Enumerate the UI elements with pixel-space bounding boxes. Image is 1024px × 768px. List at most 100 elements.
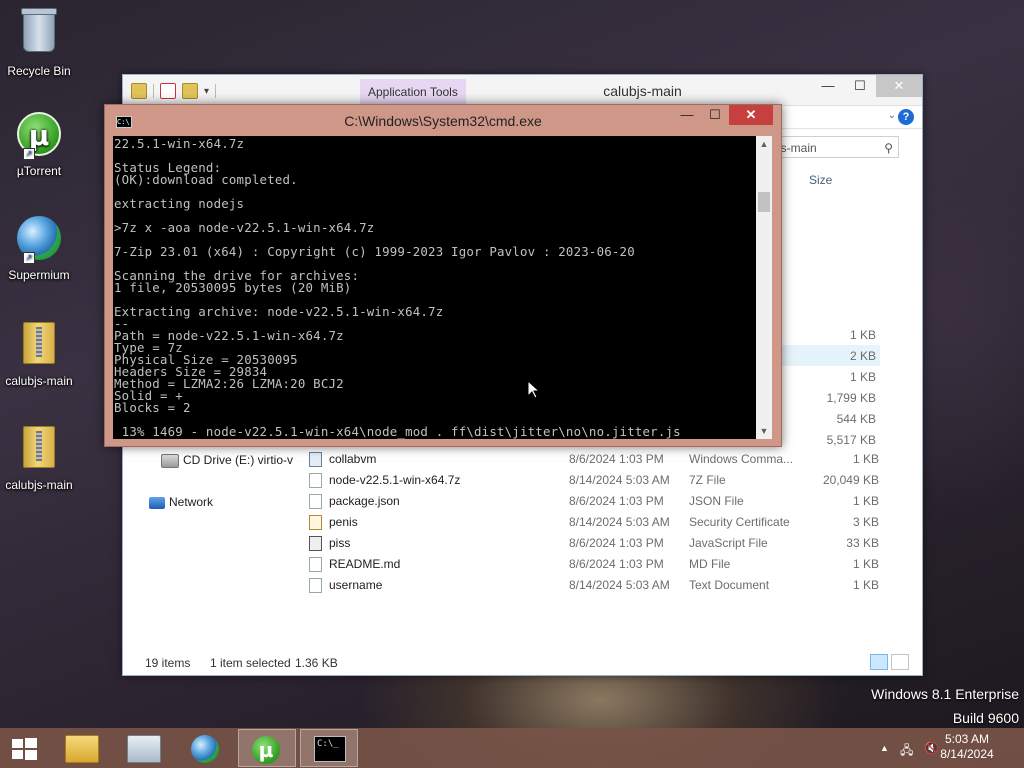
console-line: 7-Zip 23.01 (x64) : Copyright (c) 1999-2… [114, 244, 635, 259]
clock-date: 8/14/2024 [940, 747, 994, 761]
file-name: username [329, 578, 383, 592]
large-icons-view-icon[interactable] [891, 654, 909, 670]
utorrent-icon: µ ↗ [15, 112, 63, 160]
nav-item-label: CD Drive (E:) virtio-v [183, 453, 293, 467]
status-selection-size: 1.36 KB [295, 656, 338, 670]
nav-item-label: Network [169, 495, 214, 509]
expand-ribbon-chevron-icon[interactable]: ⌄ [888, 110, 896, 121]
desktop-icon-folder[interactable]: calubjs-main [1, 422, 77, 492]
file-icon [309, 473, 322, 488]
windows-edition-watermark: Windows 8.1 Enterprise [871, 686, 1019, 702]
window-title: calubjs-main [603, 83, 682, 99]
file-name: README.md [329, 557, 401, 571]
file-date: 8/6/2024 1:03 PM [569, 452, 664, 466]
desktop-icon-recycle-bin[interactable]: Recycle Bin [1, 6, 77, 78]
scroll-down-arrow-icon[interactable]: ▼ [756, 423, 772, 439]
file-size: 20,049 KB [822, 473, 879, 487]
file-row[interactable]: username 8/14/2024 5:03 AM Text Document… [307, 575, 879, 596]
status-selection: 1 item selected [210, 656, 291, 670]
taskbar-resource-monitor[interactable] [114, 729, 172, 767]
explorer-titlebar[interactable]: ▾ Application Tools calubjs-main — ☐ ✕ [123, 75, 922, 106]
file-date: 8/14/2024 5:03 AM [569, 473, 670, 487]
cmd-titlebar[interactable]: C:\ C:\Windows\System32\cmd.exe — ☐ ✕ [105, 105, 781, 135]
column-header-size[interactable]: Size [809, 173, 832, 187]
system-tray: ▲ 🖧 🔇 5:03 AM 8/14/2024 [864, 728, 1024, 768]
file-date: 8/6/2024 1:03 PM [569, 536, 664, 550]
cd-drive-icon [161, 453, 179, 468]
file-row[interactable]: collabvm 8/6/2024 1:03 PM Windows Comma.… [307, 449, 879, 470]
file-size: 1 KB [852, 578, 879, 592]
file-icon [309, 557, 322, 572]
network-icon[interactable]: 🖧 [900, 741, 913, 762]
console-line: 22.5.1-win-x64.7z [114, 136, 245, 151]
start-button[interactable] [10, 738, 38, 760]
status-item-count: 19 items [145, 656, 191, 670]
desktop-icon-utorrent[interactable]: µ ↗ µTorrent [1, 110, 77, 178]
taskbar-supermium[interactable] [176, 729, 234, 767]
file-name: package.json [329, 494, 400, 508]
file-name: piss [329, 536, 351, 550]
minimize-button[interactable]: — [673, 105, 701, 125]
maximize-button[interactable]: ☐ [701, 105, 729, 125]
file-row[interactable]: piss 8/6/2024 1:03 PM JavaScript File 33… [307, 533, 879, 554]
file-icon [309, 494, 322, 509]
clock[interactable]: 5:03 AM 8/14/2024 [932, 732, 1002, 762]
file-type: Security Certificate [689, 515, 790, 529]
minimize-button[interactable]: — [812, 75, 844, 97]
file-type: Windows Comma... [689, 452, 794, 466]
size-cell: 544 KB [836, 412, 876, 426]
search-text: js-main [778, 141, 817, 155]
taskbar-utorrent[interactable]: µ [238, 729, 296, 767]
file-size: 1 KB [852, 557, 879, 571]
nav-item-cd-drive[interactable]: CD Drive (E:) virtio-v [161, 453, 293, 468]
search-icon[interactable]: ⚲ [884, 137, 893, 159]
cmd-window: C:\ C:\Windows\System32\cmd.exe — ☐ ✕ 22… [104, 104, 782, 447]
file-row[interactable]: penis 8/14/2024 5:03 AM Security Certifi… [307, 512, 879, 533]
maximize-button[interactable]: ☐ [844, 75, 876, 97]
windows-logo-pane [12, 750, 23, 759]
javascript-file-icon [309, 536, 322, 551]
console-line: Blocks = 2 [114, 400, 191, 415]
search-input[interactable]: js-main ⚲ [773, 136, 899, 158]
file-type: JSON File [689, 494, 744, 508]
taskbar-cmd[interactable]: C:\_ [300, 729, 358, 767]
windows-logo-icon [12, 739, 23, 748]
show-hidden-icons-chevron-icon[interactable]: ▲ [880, 743, 889, 753]
scroll-up-arrow-icon[interactable]: ▲ [756, 136, 772, 152]
vertical-scrollbar[interactable]: ▲ ▼ [756, 136, 772, 439]
help-icon[interactable]: ? [898, 109, 914, 125]
window-controls: — ☐ ✕ [673, 105, 773, 125]
size-cell: 1 KB [849, 328, 876, 342]
file-row[interactable]: node-v22.5.1-win-x64.7z 8/14/2024 5:03 A… [307, 470, 879, 491]
file-name: node-v22.5.1-win-x64.7z [329, 473, 461, 487]
size-cell: 1,799 KB [826, 391, 876, 405]
nav-item-network[interactable]: Network [149, 495, 213, 509]
details-view-icon[interactable] [870, 654, 888, 670]
file-type: 7Z File [689, 473, 726, 487]
network-icon [149, 496, 165, 509]
text-file-icon [309, 578, 322, 593]
batch-file-icon [309, 452, 322, 467]
console-line: Extracting archive: node-v22.5.1-win-x64… [114, 304, 444, 319]
status-bar: 19 items 1 item selected 1.36 KB [123, 651, 922, 675]
desktop-icon-supermium[interactable]: ↗ Supermium [1, 214, 77, 282]
desktop-icon-label: Supermium [8, 268, 70, 282]
console-line: >7z x -aoa node-v22.5.1-win-x64.7z [114, 220, 375, 235]
console-output[interactable]: 22.5.1-win-x64.7z Status Legend: (OK):do… [113, 136, 756, 439]
supermium-icon: ↗ [15, 216, 63, 264]
file-size: 3 KB [852, 515, 879, 529]
close-button[interactable]: ✕ [729, 105, 773, 125]
taskbar-file-explorer[interactable] [52, 729, 110, 767]
zip-folder-icon [15, 322, 63, 370]
desktop-icon-label: calubjs-main [5, 478, 73, 492]
scrollbar-thumb[interactable] [758, 192, 770, 212]
file-row[interactable]: package.json 8/6/2024 1:03 PM JSON File … [307, 491, 879, 512]
utorrent-icon: µ [252, 736, 280, 764]
file-name: penis [329, 515, 358, 529]
desktop-icon-folder[interactable]: calubjs-main [1, 318, 77, 388]
file-row[interactable]: README.md 8/6/2024 1:03 PM MD File 1 KB [307, 554, 879, 575]
file-size: 33 KB [846, 536, 879, 550]
desktop-icon-label: µTorrent [16, 164, 62, 178]
file-type: Text Document [689, 578, 770, 592]
close-button[interactable]: ✕ [876, 75, 922, 97]
